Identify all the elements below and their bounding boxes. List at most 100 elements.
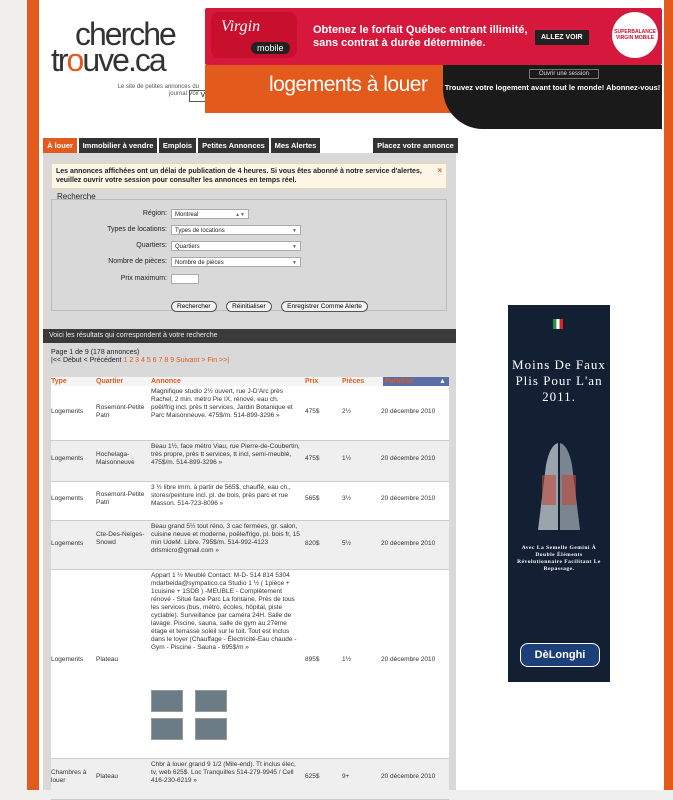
cell-parution: 20 décembre 2010 (381, 540, 436, 547)
prix-input[interactable] (171, 274, 199, 284)
listings-table: Type Quartier Annonce Prix Pièces Paruti… (51, 377, 449, 800)
col-type[interactable]: Type (51, 378, 67, 385)
tab-a-louer[interactable]: À louer (43, 138, 77, 153)
superbalance-sticker: SUPERBALANCE VIRGIN MOBILE (612, 12, 658, 58)
ad-subtext: Avec La Semelle Gemini À Double Éléments… (517, 545, 601, 572)
open-session-button[interactable]: Ouvrir une session (529, 69, 599, 79)
table-row[interactable]: Logements Cte-Des-Neiges-Snowd Beau gran… (51, 521, 449, 570)
banner-headline: Obtenez le forfait Québec entrant illimi… (313, 24, 528, 49)
table-row[interactable]: Logements Hochelaga-Maisonneuve Beau 1½,… (51, 441, 449, 482)
tab-immobilier[interactable]: Immobilier à vendre (79, 138, 157, 153)
table-row[interactable]: Logements Rosemont-Petite Patri Magnifiq… (51, 386, 449, 441)
iron-icon (538, 443, 580, 530)
virgin-banner-ad[interactable]: Virgin mobile Obtenez le forfait Québec … (205, 8, 662, 65)
pagination: Page 1 de 9 (178 annonces) |<< Début < P… (51, 349, 229, 365)
cell-annonce[interactable]: 3 ½ libre imm, à partir de 565$, chauffé… (151, 484, 301, 508)
page: cherche trouve.ca Le site de petites ann… (39, 0, 664, 800)
pieces-label: Nombre de pièces: (108, 258, 167, 265)
pieces-select[interactable]: Nombre de pièces ▼ (171, 257, 301, 267)
listing-photo[interactable] (195, 718, 227, 740)
types-value: Types de locations (175, 228, 225, 234)
cell-prix: 625$ (305, 773, 320, 780)
logo-part-uveca: uve.ca (82, 42, 166, 78)
cell-quartier: Plateau (96, 656, 119, 663)
virgin-logo: Virgin mobile (211, 12, 297, 58)
next-page-link[interactable]: Suivant > (176, 357, 205, 364)
table-row[interactable]: Chambres à louer Plateau Chbr à louer gr… (51, 759, 449, 800)
col-pieces[interactable]: Pièces (342, 378, 364, 385)
prix-label: Prix maximum: (120, 275, 167, 282)
types-select[interactable]: Types de locations ▼ (171, 225, 301, 235)
cell-annonce[interactable]: Beau grand 5½ tout réno, 3 cac fermées, … (151, 523, 301, 555)
section-title: logements à louer (269, 73, 428, 96)
search-button[interactable]: Rechercher (171, 301, 217, 312)
header: cherche trouve.ca Le site de petites ann… (39, 0, 664, 130)
prev-page-link[interactable]: < Précédent (84, 357, 122, 364)
sort-arrow-icon: ▲ (439, 378, 446, 385)
ad-headline: Moins De Faux Plis Pour L'an 2011. (512, 357, 606, 404)
quartiers-select[interactable]: Quartiers ▼ (171, 241, 301, 251)
cell-annonce[interactable]: Chbr à louer grand 9 1/2 (Mile-end). Tt … (151, 761, 301, 785)
delonghi-side-ad[interactable]: Moins De Faux Plis Pour L'an 2011. Avec … (508, 305, 610, 682)
logo-part-o: o (66, 42, 85, 78)
cell-pieces: 1½ (342, 656, 352, 663)
chevron-down-icon: ▼ (292, 260, 297, 266)
cell-pieces: 5½ (342, 540, 352, 547)
col-annonce[interactable]: Annonce (151, 378, 181, 385)
cell-quartier: Rosemont-Petite Patri (96, 404, 145, 419)
virgin-mobile-label: mobile (251, 42, 290, 54)
allez-voir-button[interactable]: ALLEZ VOIR (535, 30, 589, 45)
cell-pieces: 1½ (342, 455, 352, 462)
tab-mes-alertes[interactable]: Mes Alertes (271, 138, 320, 153)
cell-type: Logements (51, 540, 84, 547)
tab-petites-annonces[interactable]: Petites Annonces (198, 138, 269, 153)
select-arrows-icon: ▲▼ (235, 212, 245, 218)
main-nav: À louer Immobilier à vendre Emplois Peti… (43, 138, 458, 153)
site-logo[interactable]: cherche trouve.ca Le site de petites ann… (49, 12, 229, 102)
cell-prix: 475$ (305, 408, 320, 415)
table-row[interactable]: Logements Rosemont-Petite Patri 3 ½ libr… (51, 482, 449, 521)
cell-type: Logements (51, 495, 84, 502)
listing-photo[interactable] (151, 718, 183, 740)
chevron-down-icon: ▼ (292, 244, 297, 250)
pager-links: |<< Début < Précédent 1 2 3 4 5 6 7 8 9 … (51, 357, 229, 365)
last-page-link[interactable]: Fin >>| (207, 357, 229, 364)
cell-annonce[interactable]: Beau 1½, face métro Viau, rue Pierre-de-… (151, 443, 301, 467)
logo-line-2: trouve.ca (51, 42, 167, 79)
chevron-down-icon: ▼ (292, 228, 297, 234)
types-row: Types de locations: Types de locations ▼ (51, 225, 447, 237)
col-prix[interactable]: Prix (305, 378, 318, 385)
cell-quartier: Hochelaga-Maisonneuve (96, 451, 135, 466)
cell-pieces: 3½ (342, 495, 352, 502)
delonghi-logo: DèLonghi (520, 643, 600, 667)
pieces-row: Nombre de pièces: Nombre de pièces ▼ (51, 257, 447, 269)
prix-row: Prix maximum: (51, 274, 447, 286)
cell-type: Logements (51, 455, 84, 462)
cell-annonce[interactable]: Appart 1 ½ Meublé Contact: M-D- 514 814 … (151, 572, 301, 652)
tab-emplois[interactable]: Emplois (159, 138, 196, 153)
cell-prix: 820$ (305, 540, 320, 547)
cell-prix: 895$ (305, 656, 320, 663)
region-select[interactable]: Montreal ▲▼ (171, 209, 249, 219)
listing-photo[interactable] (195, 690, 227, 712)
cell-annonce[interactable]: Magnifique studio 2½ ouvert, rue J-D'Arc… (151, 388, 301, 420)
save-alert-button[interactable]: Enregistrer Comme Alerte (281, 301, 368, 312)
cell-parution: 20 décembre 2010 (381, 455, 436, 462)
col-parution[interactable]: Parution (385, 378, 413, 385)
reset-button[interactable]: Réinitialiser (226, 301, 272, 312)
table-row[interactable]: Logements Plateau Appart 1 ½ Meublé Cont… (51, 570, 449, 759)
virgin-brand: Virgin (221, 18, 261, 35)
first-page-link[interactable]: |<< Début (51, 357, 82, 364)
cell-quartier: Plateau (96, 773, 119, 780)
page-numbers[interactable]: 1 2 3 4 5 6 7 8 9 (123, 357, 174, 364)
close-icon[interactable]: × (437, 166, 442, 175)
post-ad-button[interactable]: Placez votre annonce (373, 138, 458, 153)
notice-box: Les annonces affichées ont un délai de p… (51, 163, 447, 189)
section-banner: logements à louer (205, 65, 455, 113)
pieces-value: Nombre de pièces (175, 260, 224, 266)
region-value: Montreal (175, 212, 199, 218)
listing-photo[interactable] (151, 690, 183, 712)
col-quartier[interactable]: Quartier (96, 378, 123, 385)
types-label: Types de locations: (107, 226, 167, 233)
session-box: Ouvrir une session Trouvez votre logemen… (443, 65, 662, 129)
